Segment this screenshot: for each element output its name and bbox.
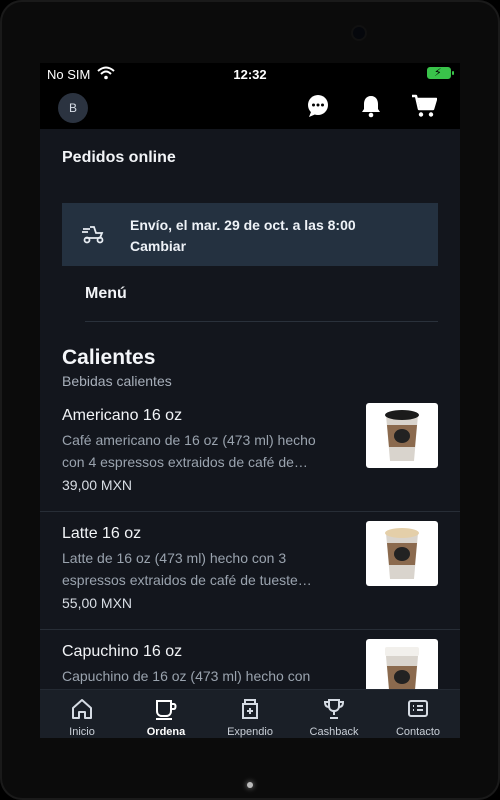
menu-content[interactable]: Pedidos online Envío, el mar. 29 de oct.… [40,129,460,689]
coffee-cup-image [366,521,438,586]
coffee-cup-image [366,639,438,689]
nav-label: Cashback [309,726,359,738]
divider [85,321,438,322]
bottom-navigation: Inicio Ordena Expendio Cashback Contacto [40,689,460,738]
divider [40,629,460,630]
delivery-time-label: Envío, el mar. 29 de oct. a las 8:00 [130,217,356,233]
tab-menu[interactable]: Menú [85,285,127,303]
page-title: Pedidos online [62,149,176,166]
avatar[interactable]: B [58,93,88,123]
chat-icon[interactable] [306,94,330,123]
item-price: 55,00 MXN [62,595,133,611]
app-header: B [40,85,460,129]
item-description-line: Latte de 16 oz (473 ml) hecho con 3 [62,550,287,566]
nav-item-ordena[interactable]: Ordena [124,690,208,738]
status-bar: No SIM 12:32 ⚡ [40,63,460,85]
delivery-scooter-icon [80,223,106,250]
nav-label: Expendio [227,726,273,738]
item-name: Americano 16 oz [62,407,183,424]
home-indicator [247,782,253,788]
menu-item-latte[interactable]: Latte 16 oz Latte de 16 oz (473 ml) hech… [40,521,460,625]
store-bag-icon [238,698,262,725]
nav-item-cashback[interactable]: Cashback [292,690,376,738]
item-description-line: espressos extraidos de café de tueste… [62,572,312,588]
menu-item-capuchino[interactable]: Capuchino 16 oz Capuchino de 16 oz (473 … [40,639,460,689]
nav-item-inicio[interactable]: Inicio [40,690,124,738]
cart-icon[interactable] [411,94,438,123]
coffee-cup-icon [154,698,178,725]
item-name: Capuchino 16 oz [62,643,183,660]
delivery-banner[interactable]: Envío, el mar. 29 de oct. a las 8:00 Cam… [62,203,438,266]
clock: 12:32 [233,67,267,82]
nav-item-contacto[interactable]: Contacto [376,690,460,738]
item-description-line: Café americano de 16 oz (473 ml) hecho [62,432,316,448]
charging-bolt-icon: ⚡ [434,67,442,79]
bell-icon[interactable] [360,94,382,123]
item-price: 39,00 MXN [62,477,133,493]
nav-label: Inicio [69,726,95,738]
nav-item-expendio[interactable]: Expendio [208,690,292,738]
nav-label: Contacto [395,726,441,738]
front-camera [353,27,365,39]
app-screen: No SIM 12:32 ⚡ B Pedidos online Envío, e… [40,63,460,738]
home-icon [70,698,94,725]
section-title: Calientes [62,346,156,369]
item-description-line: Capuchino de 16 oz (473 ml) hecho con [62,668,311,684]
tablet-frame: No SIM 12:32 ⚡ B Pedidos online Envío, e… [0,0,500,800]
divider [40,511,460,512]
item-description-line: con 4 espressos extraidos de café de… [62,454,308,470]
contact-card-icon [406,698,430,725]
menu-item-americano[interactable]: Americano 16 oz Café americano de 16 oz … [40,403,460,507]
battery-icon: ⚡ [427,67,454,79]
coffee-cup-image [366,403,438,468]
section-subtitle: Bebidas calientes [62,373,172,389]
change-delivery-link[interactable]: Cambiar [130,238,186,254]
item-name: Latte 16 oz [62,525,142,542]
nav-label: Ordena [146,726,186,738]
trophy-icon [322,698,346,725]
